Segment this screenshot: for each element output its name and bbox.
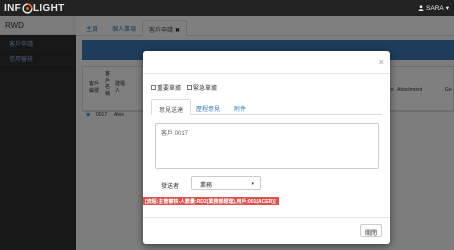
tab-history-comments[interactable]: 歷程意見 <box>189 99 227 115</box>
chevron-down-icon: ▾ <box>445 5 449 12</box>
checkbox-box[interactable] <box>187 85 193 90</box>
checkbox-box[interactable] <box>151 85 156 90</box>
infolight-logo[interactable]: INF LIGHT <box>4 2 65 14</box>
user-name: SARA <box>426 4 444 12</box>
checkbox-label: 緊急單據 <box>193 86 218 92</box>
urgent-checkbox[interactable]: 緊急單據 <box>187 83 217 92</box>
divider <box>143 73 390 74</box>
checkbox-label: 重要單據 <box>157 86 182 92</box>
dialog-tabs: 意見送達 歷程意見 附件 <box>151 99 382 115</box>
chevron-down-icon: ▾ <box>251 181 254 187</box>
sender-select[interactable]: 業務 ▾ <box>191 176 261 190</box>
logo-text-left: INF <box>4 2 22 14</box>
logo-text-right: LIGHT <box>33 2 65 14</box>
user-icon <box>418 5 424 11</box>
top-navbar: INF LIGHT SARA ▾ <box>0 0 454 16</box>
logo-o-mark-icon <box>21 2 33 14</box>
priority-checkboxes: 重要單據 緊急單據 <box>151 83 217 92</box>
sender-value: 業務 <box>200 183 213 189</box>
important-checkbox[interactable]: 重要單據 <box>151 83 181 92</box>
comment-dialog: × 重要單據 緊急單據 意見送達 歷程意見 附件 客戶 0017 發送者 業務 … <box>143 51 390 244</box>
sender-label: 發送者 <box>161 184 180 190</box>
divider <box>143 217 390 218</box>
close-button[interactable]: 關閉 <box>360 224 382 237</box>
tab-attachments[interactable]: 附件 <box>227 99 253 115</box>
comment-textarea[interactable]: 客戶 0017 <box>155 123 379 169</box>
close-icon[interactable]: × <box>379 58 384 67</box>
user-menu[interactable]: SARA ▾ <box>418 4 449 12</box>
flow-hint-badge: [流程:主管審核-人數量:RD2(業務部經理),用戶:001(ACER)] <box>143 197 279 205</box>
tab-send-comment[interactable]: 意見送達 <box>151 99 192 115</box>
